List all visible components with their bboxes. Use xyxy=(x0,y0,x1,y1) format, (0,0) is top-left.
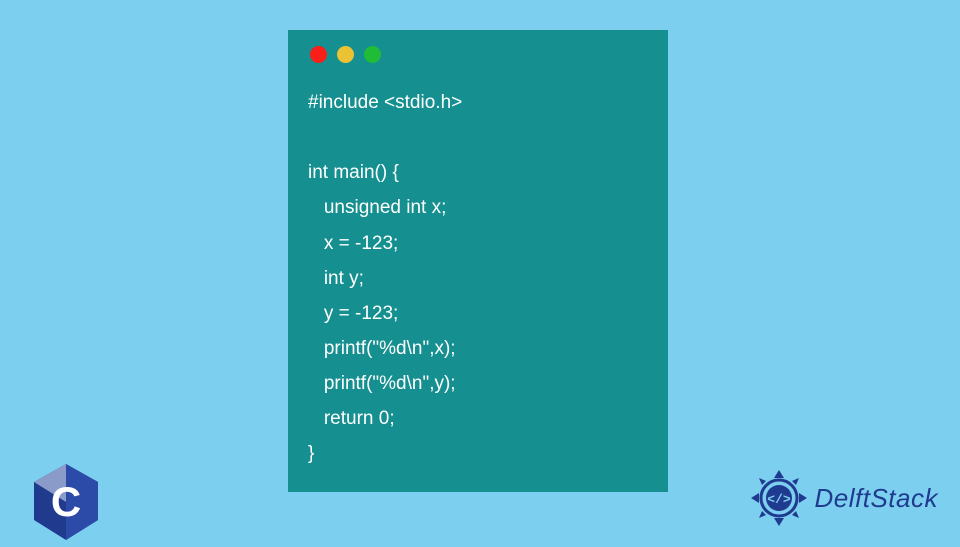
minimize-icon xyxy=(337,46,354,63)
window-controls xyxy=(310,46,648,63)
delftstack-logo: </> DelftStack xyxy=(749,468,939,528)
code-content: #include <stdio.h> int main() { unsigned… xyxy=(308,85,648,472)
maximize-icon xyxy=(364,46,381,63)
c-language-logo-icon: C xyxy=(30,462,102,540)
delftstack-badge-icon: </> xyxy=(749,468,809,528)
delftstack-text: DelftStack xyxy=(815,483,939,514)
svg-text:C: C xyxy=(51,478,81,525)
svg-text:</>: </> xyxy=(767,492,791,507)
close-icon xyxy=(310,46,327,63)
code-window: #include <stdio.h> int main() { unsigned… xyxy=(288,30,668,492)
